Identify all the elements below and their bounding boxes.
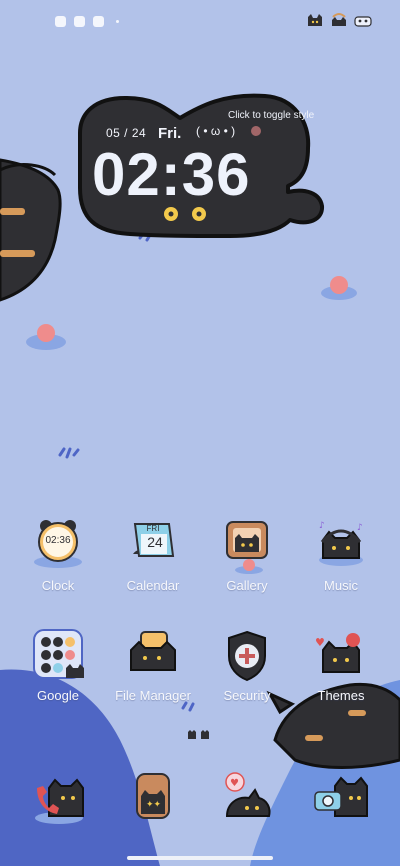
app-label-clock: Clock	[41, 578, 75, 593]
svg-text:♪: ♪	[357, 523, 363, 533]
google-folder-icon	[30, 628, 86, 684]
dock-messages[interactable]: ✦✦	[125, 770, 181, 826]
battery-cat-icon	[354, 16, 372, 27]
themes-icon: ♥	[313, 628, 369, 684]
messages-icon: ✦✦	[136, 773, 170, 819]
app-themes[interactable]: ♥ Themes	[296, 628, 386, 703]
widget-date: 05 / 24	[106, 126, 147, 140]
app-file-manager[interactable]: File Manager	[108, 628, 198, 703]
clock-icon-time: 02:36	[45, 535, 71, 546]
svg-text:♥: ♥	[230, 778, 239, 789]
file-manager-icon	[125, 628, 181, 684]
app-label-google: Google	[37, 688, 79, 703]
security-shield-icon	[219, 628, 275, 684]
music-icon: ♪ ♪	[313, 518, 369, 574]
widget-emoticon: ( • ω • )	[196, 124, 236, 138]
status-bar-right	[306, 12, 372, 28]
app-google[interactable]: Google	[13, 628, 103, 703]
app-label-security: Security	[223, 688, 271, 703]
app-clock[interactable]: 02:36 Clock	[13, 518, 103, 593]
browser-icon: ♥	[225, 772, 271, 817]
app-label-themes: Themes	[317, 688, 365, 703]
dock-phone[interactable]	[31, 770, 87, 826]
app-label-gallery: Gallery	[226, 578, 268, 593]
square-icon	[74, 16, 85, 27]
app-security[interactable]: Security	[202, 628, 292, 703]
svg-text:♥: ♥	[315, 636, 325, 649]
calendar-icon-day: FRI	[146, 524, 160, 533]
pinwheel-icon	[55, 16, 66, 27]
app-label-calendar: Calendar	[126, 578, 180, 593]
gallery-icon	[219, 518, 275, 574]
wifi-cat-icon	[332, 13, 346, 26]
app-calendar[interactable]: FRI 24 Calendar	[108, 518, 198, 593]
gesture-navigation-bar[interactable]	[127, 856, 273, 860]
phone-icon	[35, 778, 84, 824]
app-label-music: Music	[324, 578, 358, 593]
dot-icon	[116, 20, 119, 23]
svg-text:♪: ♪	[319, 521, 325, 531]
camera-icon	[314, 776, 368, 817]
calendar-icon: FRI 24	[125, 518, 181, 574]
app-label-file-manager: File Manager	[115, 688, 191, 703]
svg-text:✦✦: ✦✦	[146, 800, 162, 810]
tiny-cats-decor	[188, 730, 209, 739]
clock-icon: 02:36	[30, 518, 86, 574]
cat-icon	[308, 14, 322, 26]
widget-time: 02:36	[92, 141, 251, 208]
dock-browser[interactable]: ♥	[219, 770, 275, 826]
status-bar-left	[55, 16, 119, 27]
toggle-style-hint[interactable]: Click to toggle style	[228, 110, 314, 121]
calendar-icon-date: 24	[147, 534, 163, 550]
app-music[interactable]: ♪ ♪ Music	[296, 518, 386, 593]
app-gallery[interactable]: Gallery	[202, 518, 292, 593]
image-icon	[93, 16, 104, 27]
dock-camera[interactable]	[313, 770, 369, 826]
